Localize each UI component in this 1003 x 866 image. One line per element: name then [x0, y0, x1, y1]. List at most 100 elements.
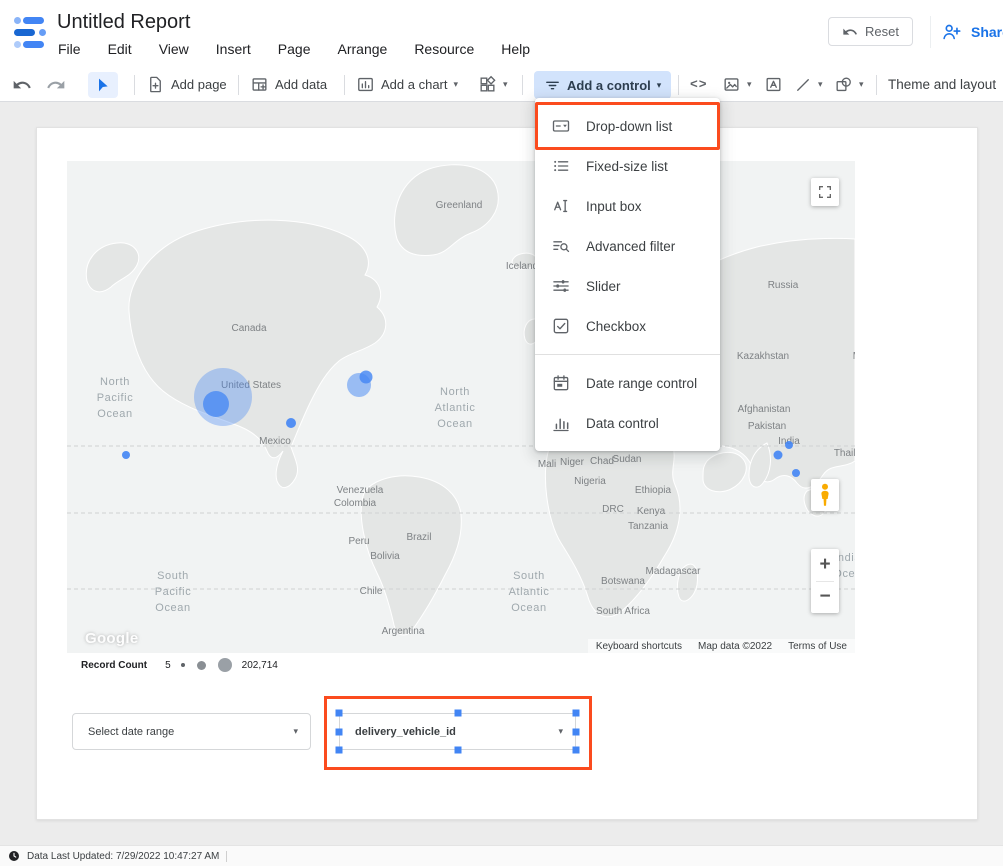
add-control-label: Add a control: [567, 78, 651, 93]
map-bubble: [122, 451, 130, 459]
menu-item-slider[interactable]: Slider: [535, 266, 720, 306]
caret-down-icon: ▾: [503, 80, 508, 89]
menu-item-label: Checkbox: [586, 319, 646, 334]
map-attribution: Keyboard shortcuts Map data ©2022 Terms …: [588, 639, 855, 653]
embed-button[interactable]: <>: [690, 68, 708, 101]
data-control-icon: [551, 413, 571, 433]
select-tool-button[interactable]: [88, 72, 118, 98]
menu-item-label: Slider: [586, 279, 621, 294]
menu-edit[interactable]: Edit: [108, 41, 132, 57]
menu-item-dropdown-list[interactable]: Drop-down list: [535, 106, 720, 146]
text-box-icon: [764, 75, 783, 94]
world-map-landmass: [67, 161, 855, 653]
menu-item-label: Drop-down list: [586, 119, 672, 134]
legend-min-value: 5: [165, 660, 171, 671]
menubar: File Edit View Insert Page Arrange Resou…: [58, 41, 530, 57]
date-range-icon: [551, 373, 571, 393]
menu-page[interactable]: Page: [278, 41, 311, 57]
delivery-vehicle-dropdown-control[interactable]: delivery_vehicle_id ▾: [339, 713, 576, 750]
google-maps-logo[interactable]: Google: [85, 630, 138, 647]
insert-line-button[interactable]: ▾: [794, 68, 823, 101]
theme-and-layout-button[interactable]: Theme and layout: [888, 68, 996, 101]
app-header: Untitled Report File Edit View Insert Pa…: [0, 0, 1003, 68]
menu-item-label: Date range control: [586, 376, 697, 391]
toolbar: Add page Add data Add a chart: [0, 68, 1003, 102]
add-chart-button[interactable]: Add a chart ▾: [356, 68, 458, 101]
menu-item-input-box[interactable]: Input box: [535, 186, 720, 226]
embed-icon: <>: [690, 77, 708, 92]
insert-text-button[interactable]: [764, 68, 783, 101]
shape-icon: [834, 75, 853, 94]
menu-help[interactable]: Help: [501, 41, 530, 57]
pegman-control[interactable]: [811, 479, 839, 511]
report-title[interactable]: Untitled Report: [57, 11, 190, 34]
menu-item-date-range-control[interactable]: Date range control: [535, 363, 720, 403]
advanced-filter-icon: [551, 236, 571, 256]
toolbar-divider: [134, 75, 135, 95]
insert-image-button[interactable]: ▾: [722, 68, 752, 101]
legend-dot-large: [218, 658, 232, 672]
filter-icon: [544, 77, 561, 94]
share-label: Share: [971, 24, 1003, 40]
menu-file[interactable]: File: [58, 41, 81, 57]
reset-button[interactable]: Reset: [828, 17, 913, 46]
date-range-control[interactable]: Select date range ▾: [72, 713, 311, 750]
caret-down-icon: ▾: [454, 80, 459, 89]
add-page-button[interactable]: Add page: [146, 68, 227, 101]
map-zoom-control: + −: [811, 549, 839, 613]
zoom-out-button[interactable]: −: [811, 582, 839, 614]
data-studio-logo-icon[interactable]: [12, 15, 46, 51]
dropdown-control-label: delivery_vehicle_id: [355, 726, 456, 738]
menu-item-label: Advanced filter: [586, 239, 675, 254]
add-data-button[interactable]: Add data: [250, 68, 327, 101]
keyboard-shortcuts-link[interactable]: Keyboard shortcuts: [596, 641, 682, 652]
menu-divider: [535, 354, 720, 355]
input-box-icon: [551, 196, 571, 216]
person-add-icon: [940, 21, 962, 43]
menu-view[interactable]: View: [159, 41, 189, 57]
caret-down-icon: ▾: [818, 80, 823, 89]
redo-button[interactable]: [46, 68, 66, 101]
map-bubble: [360, 371, 373, 384]
theme-layout-label: Theme and layout: [888, 77, 996, 92]
add-control-button[interactable]: Add a control ▾: [534, 71, 671, 99]
select-tool-icon: [95, 77, 111, 93]
reset-label: Reset: [865, 24, 899, 39]
statusbar-divider: [226, 851, 227, 862]
menu-resource[interactable]: Resource: [414, 41, 474, 57]
add-data-icon: [250, 75, 269, 94]
menu-item-label: Input box: [586, 199, 642, 214]
map-bubble: [785, 441, 793, 449]
fullscreen-icon: [817, 184, 833, 200]
menu-arrange[interactable]: Arrange: [338, 41, 388, 57]
looker-studio-app: Untitled Report File Edit View Insert Pa…: [0, 0, 1003, 866]
report-canvas[interactable]: North Pacific Ocean North Atlantic Ocean…: [0, 102, 1003, 845]
report-page[interactable]: North Pacific Ocean North Atlantic Ocean…: [36, 127, 978, 820]
header-divider: [930, 16, 931, 48]
caret-down-icon: ▾: [747, 80, 752, 89]
menu-item-data-control[interactable]: Data control: [535, 403, 720, 443]
add-control-menu: Drop-down list Fixed-size list Input: [535, 98, 720, 451]
menu-item-fixed-size-list[interactable]: Fixed-size list: [535, 146, 720, 186]
undo-button[interactable]: [12, 68, 32, 101]
menu-item-checkbox[interactable]: Checkbox: [535, 306, 720, 346]
data-last-updated-text: Data Last Updated: 7/29/2022 10:47:27 AM: [27, 851, 219, 862]
community-viz-icon: [478, 75, 497, 94]
add-page-icon: [146, 75, 165, 94]
legend-title: Record Count: [81, 660, 147, 671]
zoom-in-button[interactable]: +: [811, 549, 839, 581]
share-button[interactable]: Share: [940, 20, 1003, 44]
image-icon: [722, 75, 741, 94]
menu-item-advanced-filter[interactable]: Advanced filter: [535, 226, 720, 266]
bubble-map-chart[interactable]: North Pacific Ocean North Atlantic Ocean…: [67, 161, 855, 653]
insert-shape-button[interactable]: ▾: [834, 68, 864, 101]
terms-of-use-link[interactable]: Terms of Use: [788, 641, 847, 652]
legend-dot-small: [181, 663, 185, 667]
toolbar-divider: [238, 75, 239, 95]
community-visualizations-button[interactable]: ▾: [478, 68, 508, 101]
map-fullscreen-button[interactable]: [811, 178, 839, 206]
line-icon: [794, 76, 812, 94]
toolbar-divider: [678, 75, 679, 95]
menu-insert[interactable]: Insert: [216, 41, 251, 57]
toolbar-divider: [522, 75, 523, 95]
